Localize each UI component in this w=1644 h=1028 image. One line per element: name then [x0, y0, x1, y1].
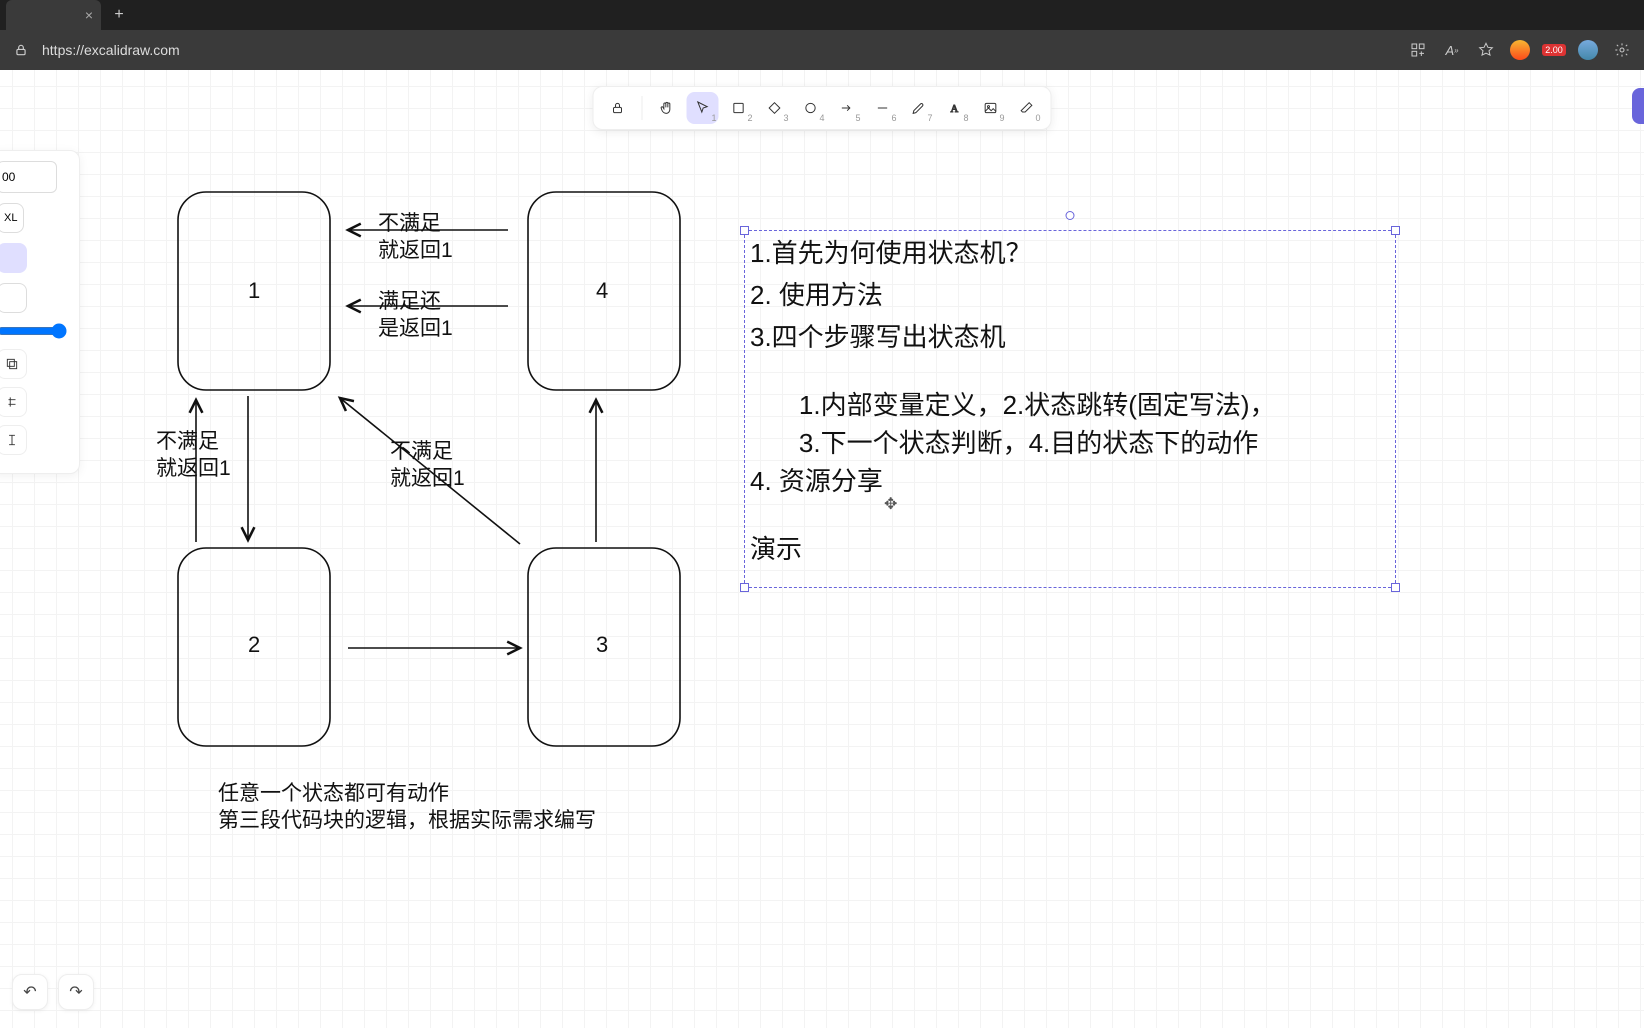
- hand-tool[interactable]: [651, 92, 683, 124]
- url-text[interactable]: https://excalidraw.com: [42, 42, 1406, 58]
- selected-option[interactable]: [0, 243, 27, 273]
- address-bar: https://excalidraw.com A» 2.00: [0, 30, 1644, 70]
- node-4-label: 4: [596, 278, 608, 303]
- text-sub-2[interactable]: 3.下一个状态判断，4.目的状态下的动作: [770, 426, 1258, 461]
- svg-text:A: A: [951, 104, 959, 115]
- extension-3-icon[interactable]: [1576, 38, 1600, 62]
- tab-strip: × +: [0, 0, 1644, 30]
- node-2-label: 2: [248, 632, 260, 657]
- layer-action-2[interactable]: [0, 387, 27, 417]
- arrow-tool[interactable]: 5: [831, 92, 863, 124]
- text-line-2[interactable]: 2. 使用方法: [750, 278, 883, 313]
- diagram-note: 任意一个状态都可有动作 第三段代码块的逻辑，根据实际需求编写: [218, 780, 596, 835]
- option-a[interactable]: [0, 283, 27, 313]
- settings-gear-icon[interactable]: [1610, 38, 1634, 62]
- undo-redo-group: ↶ ↷: [12, 974, 94, 1010]
- node-1-label: 1: [248, 278, 260, 303]
- toolbar-separator: [642, 96, 643, 120]
- move-cursor-icon: ✥: [884, 494, 897, 514]
- font-size-xl[interactable]: XL: [0, 203, 24, 233]
- label-diag: 不满足 就返回1: [390, 438, 465, 493]
- browser-chrome: × + https://excalidraw.com A» 2.00: [0, 0, 1644, 70]
- text-sub-1[interactable]: 1.内部变量定义，2.状态跳转(固定写法)，: [770, 388, 1276, 423]
- lock-tool[interactable]: [602, 92, 634, 124]
- browser-tab[interactable]: ×: [6, 0, 101, 30]
- text-line-3[interactable]: 3.四个步骤写出状态机: [750, 320, 1006, 355]
- browser-right-icons: A» 2.00: [1406, 38, 1634, 62]
- node-3-label: 3: [596, 632, 608, 657]
- diamond-tool[interactable]: 3: [759, 92, 791, 124]
- ellipse-tool[interactable]: 4: [795, 92, 827, 124]
- draw-tool[interactable]: 7: [903, 92, 935, 124]
- node-4: [528, 192, 680, 390]
- resize-handle-sw[interactable]: [740, 583, 749, 592]
- eraser-tool[interactable]: 0: [1011, 92, 1043, 124]
- opacity-input[interactable]: [0, 161, 57, 193]
- layer-action-3[interactable]: [0, 425, 27, 455]
- layer-action-1[interactable]: [0, 349, 27, 379]
- text-line-5[interactable]: 演示: [750, 532, 802, 567]
- node-2: [178, 548, 330, 746]
- image-tool[interactable]: 9: [975, 92, 1007, 124]
- lock-icon: [10, 39, 32, 61]
- new-tab-button[interactable]: +: [105, 1, 133, 29]
- rotate-handle[interactable]: [1066, 211, 1075, 220]
- opacity-slider[interactable]: [0, 323, 67, 339]
- share-button-edge[interactable]: [1632, 88, 1644, 124]
- undo-button[interactable]: ↶: [12, 974, 48, 1010]
- resize-handle-nw[interactable]: [740, 226, 749, 235]
- close-tab-icon[interactable]: ×: [85, 7, 93, 23]
- text-tool[interactable]: A8: [939, 92, 971, 124]
- label-top: 不满足 就返回1: [378, 210, 453, 265]
- label-left: 不满足 就返回1: [156, 428, 231, 483]
- node-1: [178, 192, 330, 390]
- properties-panel: XL: [0, 150, 80, 474]
- resize-handle-se[interactable]: [1391, 583, 1400, 592]
- node-3: [528, 548, 680, 746]
- text-line-1[interactable]: 1.首先为何使用状态机？: [750, 236, 1032, 271]
- main-toolbar: 1 2 3 4 5 6 7 A8 9 0: [593, 86, 1052, 130]
- favorite-icon[interactable]: [1474, 38, 1498, 62]
- resize-handle-ne[interactable]: [1391, 226, 1400, 235]
- extension-1-icon[interactable]: [1508, 38, 1532, 62]
- excalidraw-canvas[interactable]: 1 2 3 4 5 6 7 A8 9 0 XL 1 4 2: [0, 70, 1644, 1028]
- label-mid: 满足还 是返回1: [378, 288, 453, 343]
- rectangle-tool[interactable]: 2: [723, 92, 755, 124]
- read-aloud-icon[interactable]: A»: [1440, 38, 1464, 62]
- line-tool[interactable]: 6: [867, 92, 899, 124]
- selection-tool[interactable]: 1: [687, 92, 719, 124]
- extension-2-icon[interactable]: 2.00: [1542, 38, 1566, 62]
- redo-button[interactable]: ↷: [58, 974, 94, 1010]
- text-line-4[interactable]: 4. 资源分享: [750, 464, 883, 499]
- app-icon[interactable]: [1406, 38, 1430, 62]
